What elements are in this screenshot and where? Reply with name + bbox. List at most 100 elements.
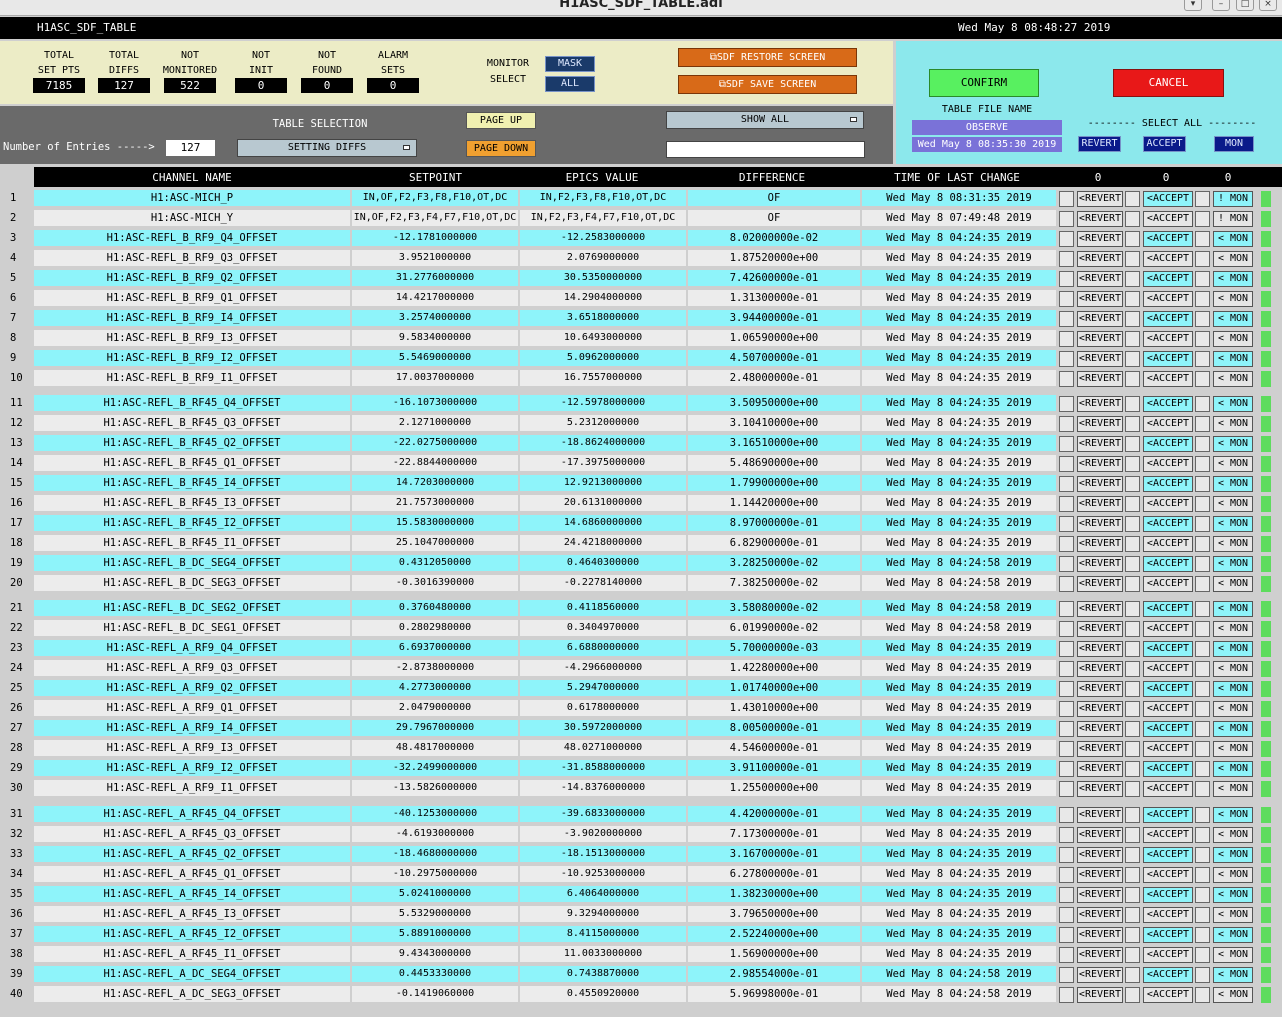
revert-checkbox[interactable] [1059, 781, 1074, 797]
accept-checkbox[interactable] [1125, 351, 1140, 367]
mon-checkbox[interactable] [1195, 661, 1210, 677]
mon-button[interactable]: ! MON [1213, 211, 1253, 227]
accept-checkbox[interactable] [1125, 251, 1140, 267]
mon-checkbox[interactable] [1195, 371, 1210, 387]
revert-checkbox[interactable] [1059, 947, 1074, 963]
show-all-dropdown[interactable]: SHOW ALL [666, 111, 864, 129]
accept-button[interactable]: <ACCEPT [1143, 907, 1193, 923]
accept-checkbox[interactable] [1125, 701, 1140, 717]
accept-checkbox[interactable] [1125, 907, 1140, 923]
mon-button[interactable]: < MON [1213, 556, 1253, 572]
mon-button[interactable]: < MON [1213, 987, 1253, 1003]
revert-button[interactable]: <REVERT [1077, 576, 1123, 592]
accept-button[interactable]: <ACCEPT [1143, 601, 1193, 617]
mon-button[interactable]: < MON [1213, 741, 1253, 757]
accept-checkbox[interactable] [1125, 456, 1140, 472]
accept-checkbox[interactable] [1125, 291, 1140, 307]
revert-checkbox[interactable] [1059, 887, 1074, 903]
revert-checkbox[interactable] [1059, 556, 1074, 572]
accept-button[interactable]: <ACCEPT [1143, 211, 1193, 227]
accept-checkbox[interactable] [1125, 211, 1140, 227]
mon-checkbox[interactable] [1195, 887, 1210, 903]
accept-button[interactable]: <ACCEPT [1143, 807, 1193, 823]
mon-checkbox[interactable] [1195, 496, 1210, 512]
accept-button[interactable]: <ACCEPT [1143, 701, 1193, 717]
mon-button[interactable]: < MON [1213, 927, 1253, 943]
revert-checkbox[interactable] [1059, 927, 1074, 943]
accept-button[interactable]: <ACCEPT [1143, 311, 1193, 327]
accept-button[interactable]: <ACCEPT [1143, 456, 1193, 472]
mon-button[interactable]: < MON [1213, 781, 1253, 797]
page-up-button[interactable]: PAGE UP [466, 112, 536, 129]
accept-button[interactable]: <ACCEPT [1143, 721, 1193, 737]
revert-checkbox[interactable] [1059, 496, 1074, 512]
mon-button[interactable]: < MON [1213, 601, 1253, 617]
revert-button[interactable]: <REVERT [1077, 536, 1123, 552]
revert-checkbox[interactable] [1059, 681, 1074, 697]
accept-button[interactable]: <ACCEPT [1143, 661, 1193, 677]
mon-checkbox[interactable] [1195, 927, 1210, 943]
mon-checkbox[interactable] [1195, 291, 1210, 307]
accept-button[interactable]: <ACCEPT [1143, 867, 1193, 883]
mon-checkbox[interactable] [1195, 311, 1210, 327]
revert-checkbox[interactable] [1059, 761, 1074, 777]
accept-checkbox[interactable] [1125, 947, 1140, 963]
mon-checkbox[interactable] [1195, 807, 1210, 823]
mon-checkbox[interactable] [1195, 761, 1210, 777]
page-down-button[interactable]: PAGE DOWN [466, 140, 536, 157]
minimize-icon[interactable]: – [1212, 0, 1230, 11]
mon-checkbox[interactable] [1195, 231, 1210, 247]
sdf-restore-screen-button[interactable]: ⧉SDF RESTORE SCREEN [678, 48, 857, 67]
mon-button[interactable]: < MON [1213, 311, 1253, 327]
accept-button[interactable]: <ACCEPT [1143, 271, 1193, 287]
mon-button[interactable]: < MON [1213, 967, 1253, 983]
accept-button[interactable]: <ACCEPT [1143, 987, 1193, 1003]
mon-button[interactable]: < MON [1213, 621, 1253, 637]
accept-checkbox[interactable] [1125, 231, 1140, 247]
accept-button[interactable]: <ACCEPT [1143, 516, 1193, 532]
accept-checkbox[interactable] [1125, 396, 1140, 412]
accept-button[interactable]: <ACCEPT [1143, 371, 1193, 387]
accept-checkbox[interactable] [1125, 761, 1140, 777]
revert-button[interactable]: <REVERT [1077, 967, 1123, 983]
revert-button[interactable]: <REVERT [1077, 641, 1123, 657]
accept-checkbox[interactable] [1125, 721, 1140, 737]
mon-checkbox[interactable] [1195, 781, 1210, 797]
mon-button[interactable]: < MON [1213, 291, 1253, 307]
accept-checkbox[interactable] [1125, 371, 1140, 387]
revert-checkbox[interactable] [1059, 641, 1074, 657]
mon-checkbox[interactable] [1195, 416, 1210, 432]
mon-checkbox[interactable] [1195, 271, 1210, 287]
revert-checkbox[interactable] [1059, 311, 1074, 327]
mon-checkbox[interactable] [1195, 741, 1210, 757]
accept-button[interactable]: <ACCEPT [1143, 887, 1193, 903]
mon-checkbox[interactable] [1195, 967, 1210, 983]
revert-checkbox[interactable] [1059, 251, 1074, 267]
mon-checkbox[interactable] [1195, 331, 1210, 347]
mon-button[interactable]: < MON [1213, 271, 1253, 287]
mon-checkbox[interactable] [1195, 867, 1210, 883]
revert-checkbox[interactable] [1059, 351, 1074, 367]
accept-checkbox[interactable] [1125, 556, 1140, 572]
revert-button[interactable]: <REVERT [1077, 456, 1123, 472]
mon-checkbox[interactable] [1195, 396, 1210, 412]
accept-button[interactable]: <ACCEPT [1143, 291, 1193, 307]
revert-button[interactable]: <REVERT [1077, 416, 1123, 432]
mon-checkbox[interactable] [1195, 456, 1210, 472]
mon-button[interactable]: < MON [1213, 761, 1253, 777]
mon-checkbox[interactable] [1195, 251, 1210, 267]
revert-button[interactable]: <REVERT [1077, 311, 1123, 327]
accept-button[interactable]: <ACCEPT [1143, 496, 1193, 512]
revert-button[interactable]: <REVERT [1077, 621, 1123, 637]
mon-button[interactable]: < MON [1213, 476, 1253, 492]
mon-button[interactable]: < MON [1213, 416, 1253, 432]
revert-button[interactable]: <REVERT [1077, 211, 1123, 227]
accept-checkbox[interactable] [1125, 191, 1140, 207]
revert-button[interactable]: <REVERT [1077, 781, 1123, 797]
revert-checkbox[interactable] [1059, 291, 1074, 307]
accept-button[interactable]: <ACCEPT [1143, 331, 1193, 347]
accept-checkbox[interactable] [1125, 476, 1140, 492]
revert-checkbox[interactable] [1059, 331, 1074, 347]
mon-button[interactable]: < MON [1213, 661, 1253, 677]
revert-checkbox[interactable] [1059, 741, 1074, 757]
